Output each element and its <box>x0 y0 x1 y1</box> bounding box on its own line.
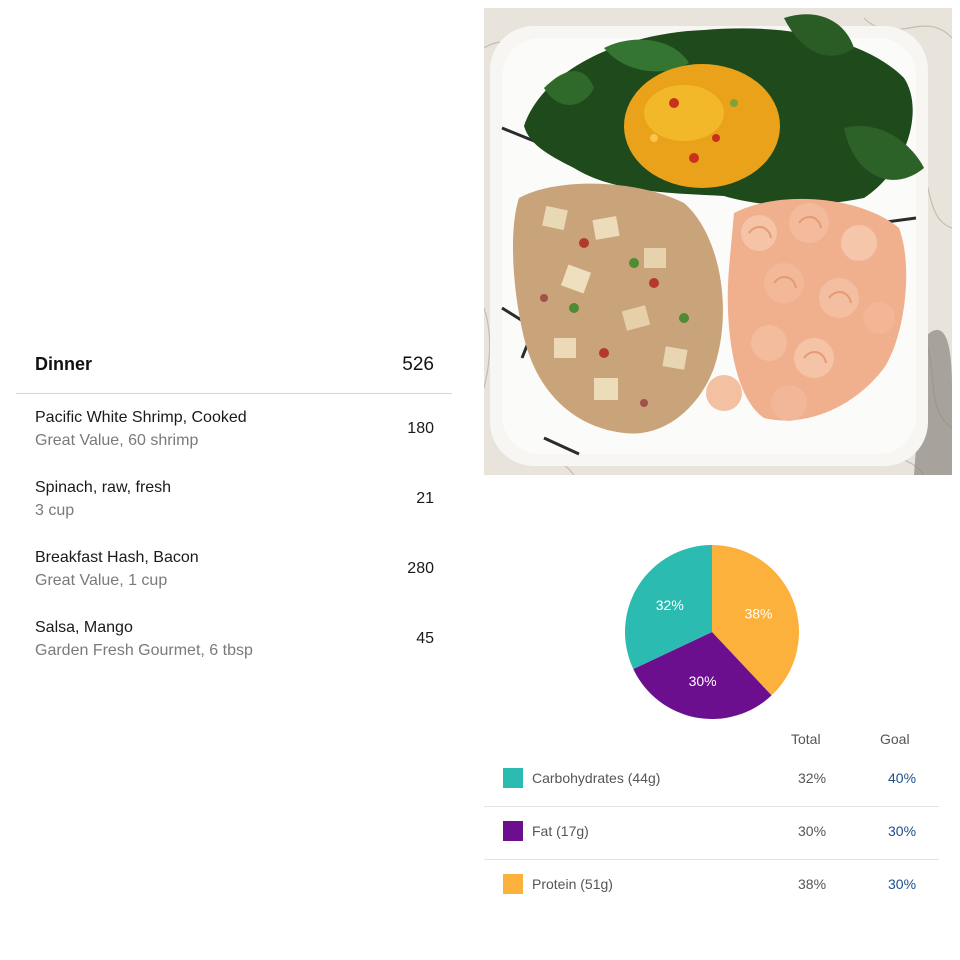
total-column-header: Total <box>791 731 821 747</box>
macro-goal[interactable]: 30% <box>888 823 916 839</box>
food-item[interactable]: Breakfast Hash, Bacon Great Value, 1 cup… <box>16 534 452 604</box>
pie-label-carbohydrates: 32% <box>656 597 684 613</box>
food-item[interactable]: Salsa, Mango Garden Fresh Gourmet, 6 tbs… <box>16 604 452 674</box>
food-item[interactable]: Pacific White Shrimp, Cooked Great Value… <box>16 394 452 464</box>
food-calories: 280 <box>407 560 434 577</box>
food-text: Breakfast Hash, Bacon Great Value, 1 cup <box>35 549 199 590</box>
macro-goal[interactable]: 40% <box>888 770 916 786</box>
food-name: Pacific White Shrimp, Cooked <box>35 408 247 426</box>
meal-nutrition-screen: Dinner 526 Pacific White Shrimp, Cooked … <box>0 0 960 960</box>
macro-name: Fat (17g) <box>532 823 589 839</box>
meal-photo-illustration <box>484 8 952 475</box>
food-calories: 21 <box>416 490 434 507</box>
food-name: Breakfast Hash, Bacon <box>35 548 199 566</box>
macro-pie-chart: 38% 30% 32% <box>620 540 804 724</box>
pie-svg: 38% 30% 32% <box>625 545 799 719</box>
food-name: Salsa, Mango <box>35 618 133 636</box>
pie-label-protein: 38% <box>744 606 772 622</box>
macro-total: 32% <box>798 770 827 786</box>
food-name: Spinach, raw, fresh <box>35 478 172 496</box>
mango-salsa <box>624 64 780 188</box>
macro-row-carbohydrates: Carbohydrates (44g) 32% 40% <box>484 754 939 807</box>
macro-name: Carbohydrates (44g) <box>532 770 661 786</box>
meal-total-calories: 526 <box>402 353 434 375</box>
food-text: Spinach, raw, fresh 3 cup <box>35 479 171 520</box>
fat-swatch <box>503 821 523 841</box>
food-detail: Great Value, 60 shrimp <box>35 431 199 449</box>
protein-swatch <box>503 874 523 894</box>
macro-row-fat: Fat (17g) 30% 30% <box>484 807 939 860</box>
food-item[interactable]: Spinach, raw, fresh 3 cup 21 <box>16 464 452 534</box>
meal-photo[interactable] <box>484 8 952 475</box>
macro-name: Protein (51g) <box>532 876 613 892</box>
macro-total: 30% <box>798 823 827 839</box>
meal-section: Dinner 526 Pacific White Shrimp, Cooked … <box>16 336 452 674</box>
meal-header[interactable]: Dinner 526 <box>16 336 452 394</box>
food-detail: Great Value, 1 cup <box>35 571 168 589</box>
food-detail: 3 cup <box>35 501 75 519</box>
meal-title: Dinner <box>35 354 93 374</box>
macro-table-header: Total Goal <box>484 724 939 754</box>
macro-row-protein: Protein (51g) 38% 30% <box>484 860 939 913</box>
food-text: Salsa, Mango Garden Fresh Gourmet, 6 tbs… <box>35 619 253 660</box>
macro-total: 38% <box>798 876 827 892</box>
food-text: Pacific White Shrimp, Cooked Great Value… <box>35 409 247 450</box>
pie-label-fat: 30% <box>689 673 717 689</box>
food-calories: 45 <box>416 630 434 647</box>
food-detail: Garden Fresh Gourmet, 6 tbsp <box>35 641 253 659</box>
macro-table: Total Goal Carbohydrates (44g) 32% 40% F… <box>484 724 939 913</box>
goal-column-header: Goal <box>880 731 910 747</box>
food-calories: 180 <box>407 420 434 437</box>
macro-goal[interactable]: 30% <box>888 876 916 892</box>
carbohydrates-swatch <box>503 768 523 788</box>
